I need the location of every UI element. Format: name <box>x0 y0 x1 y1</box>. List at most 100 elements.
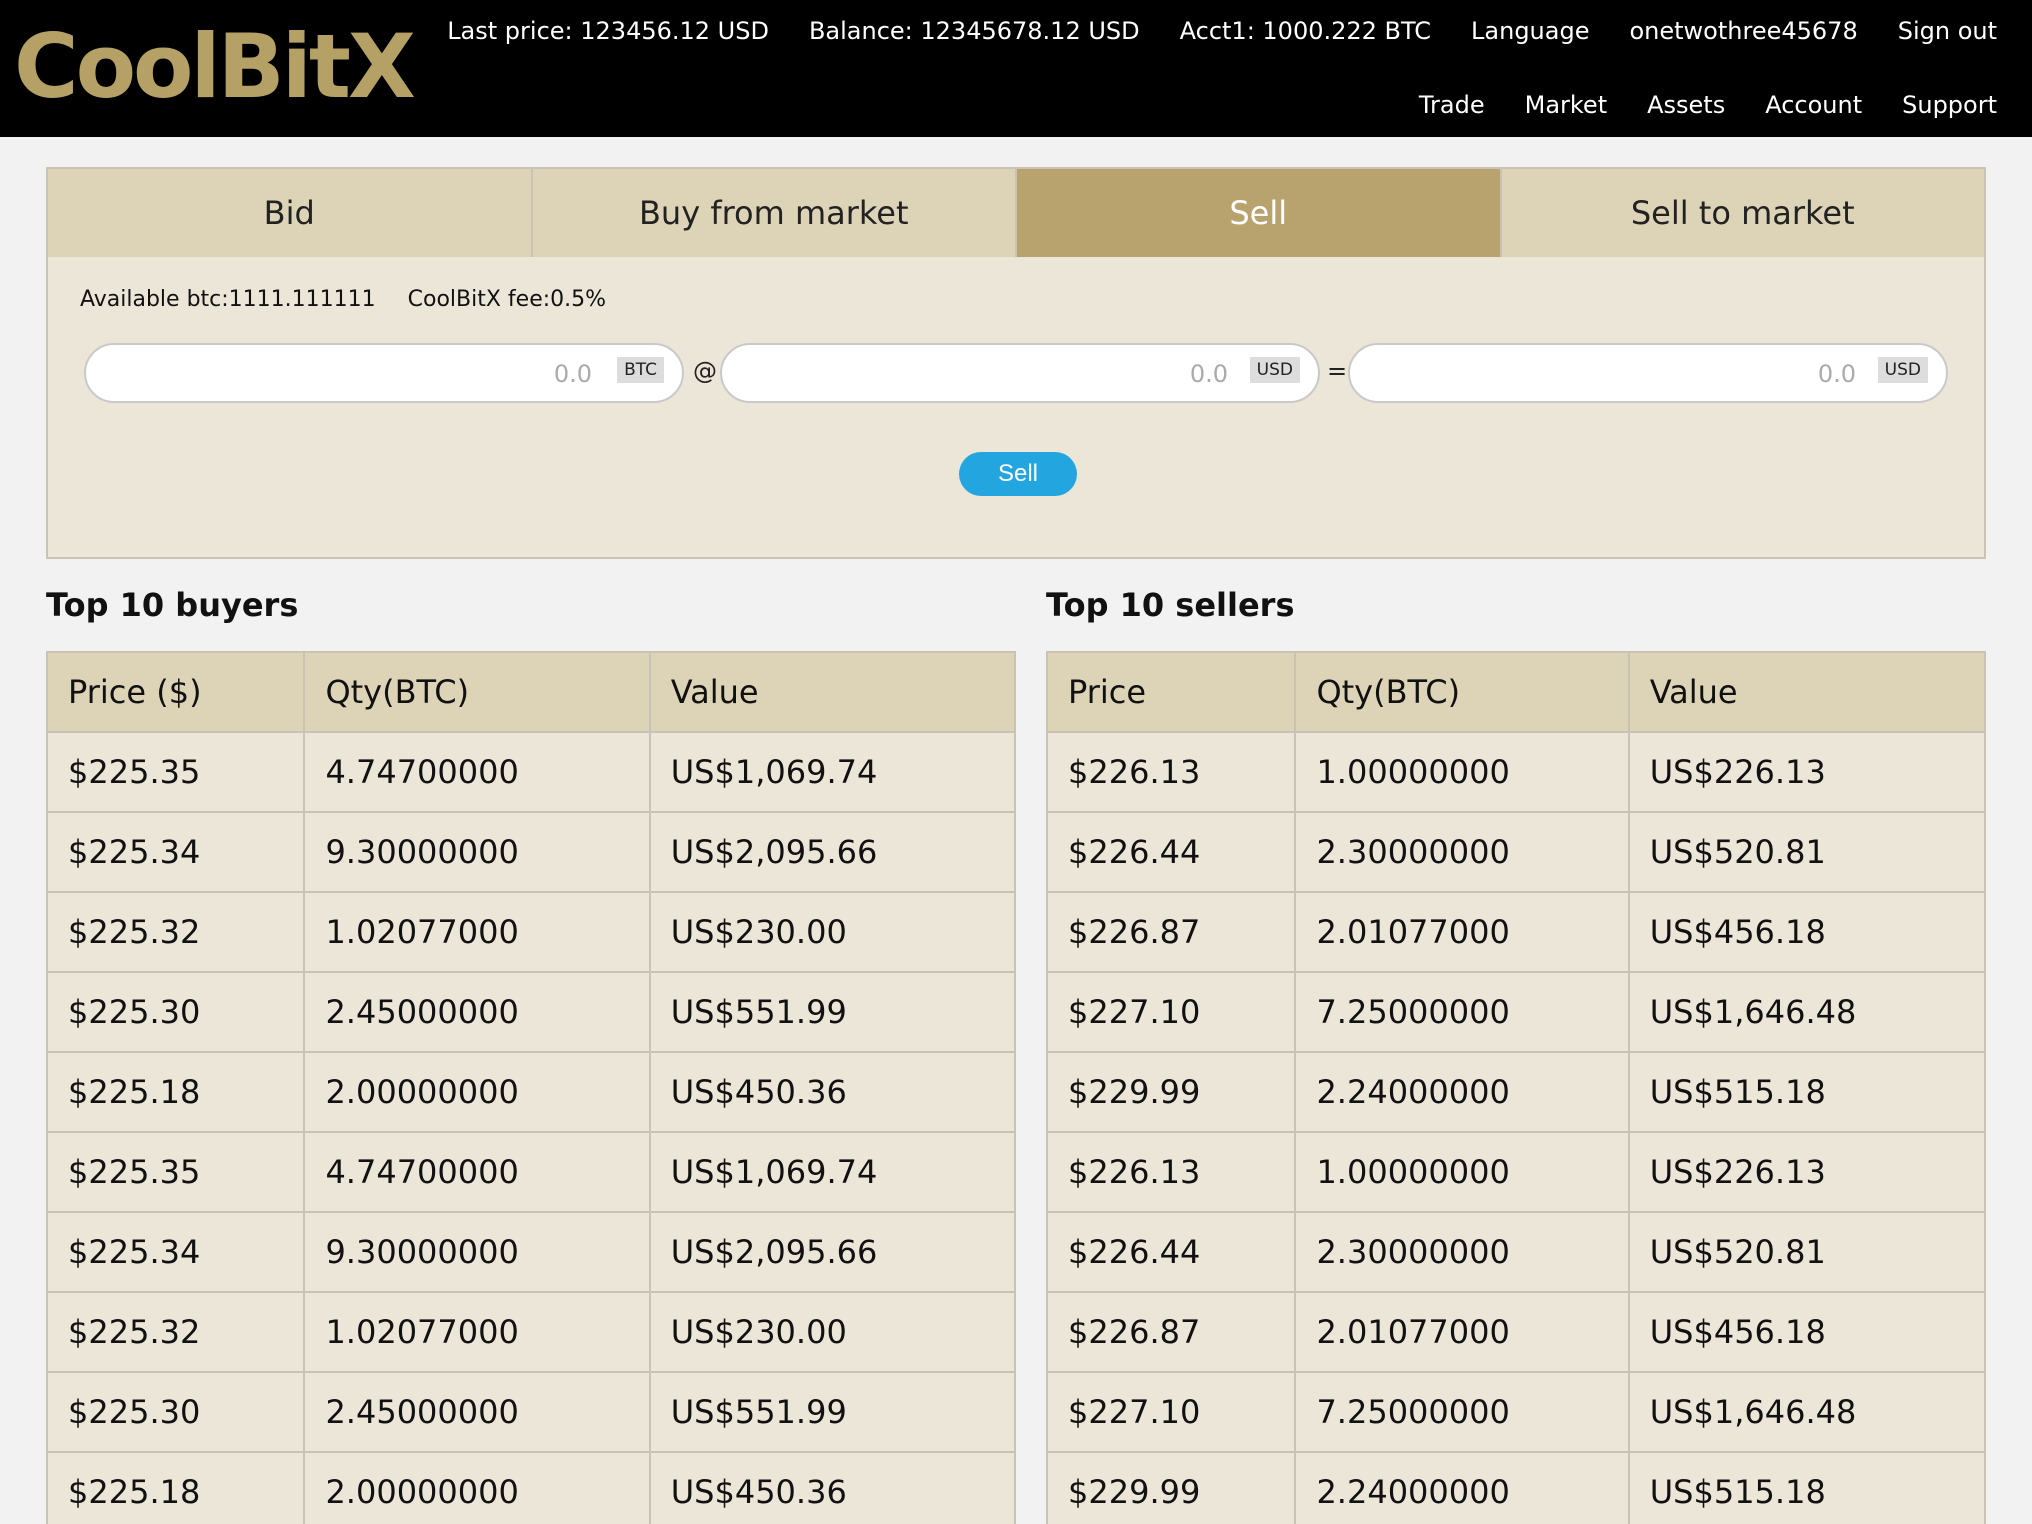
seller-price: $226.13 <box>1045 731 1297 813</box>
sign-out-link[interactable]: Sign out <box>1898 17 1997 45</box>
buyers-col-price: Price ($) <box>45 651 306 733</box>
buyer-price: $225.30 <box>45 971 306 1053</box>
buyer-qty: 4.74700000 <box>303 1131 651 1213</box>
amount-input[interactable] <box>106 357 592 391</box>
nav-support[interactable]: Support <box>1902 91 1997 119</box>
total-input[interactable] <box>1370 357 1856 391</box>
buyers-title: Top 10 buyers <box>46 586 299 624</box>
seller-value: US$1,646.48 <box>1627 1371 1987 1453</box>
account-balance: Acct1: 1000.222 BTC <box>1179 17 1432 45</box>
buyer-value: US$230.00 <box>648 891 1017 973</box>
tab-buy-from-market[interactable]: Buy from market <box>533 169 1017 257</box>
nav-assets[interactable]: Assets <box>1647 91 1725 119</box>
buyer-qty: 2.00000000 <box>303 1451 651 1524</box>
table-row[interactable]: $225.18 2.00000000 US$450.36 <box>45 1051 1017 1133</box>
last-price: Last price: 123456.12 USD <box>447 17 769 45</box>
table-row[interactable]: $225.35 4.74700000 US$1,069.74 <box>45 1131 1017 1213</box>
seller-value: US$1,646.48 <box>1627 971 1987 1053</box>
tab-bid[interactable]: Bid <box>48 169 533 257</box>
table-row[interactable]: $225.34 9.30000000 US$2,095.66 <box>45 811 1017 893</box>
sell-form: Available btc:1111.111111 CoolBitX fee:0… <box>46 257 1986 559</box>
seller-value: US$226.13 <box>1627 731 1987 813</box>
buyer-price: $225.18 <box>45 1051 306 1133</box>
buyer-price: $225.35 <box>45 731 306 813</box>
balance: Balance: 12345678.12 USD <box>808 17 1140 45</box>
table-row[interactable]: $227.10 7.25000000 US$1,646.48 <box>1045 1371 1987 1453</box>
seller-price: $226.87 <box>1045 1291 1297 1373</box>
seller-qty: 2.24000000 <box>1294 1451 1630 1524</box>
seller-qty: 2.30000000 <box>1294 811 1630 893</box>
buyer-value: US$230.00 <box>648 1291 1017 1373</box>
table-row[interactable]: $225.34 9.30000000 US$2,095.66 <box>45 1211 1017 1293</box>
table-row[interactable]: $226.44 2.30000000 US$520.81 <box>1045 1211 1987 1293</box>
buyer-price: $225.34 <box>45 811 306 893</box>
fee-info: CoolBitX fee:0.5% <box>407 287 607 312</box>
buyer-price: $225.30 <box>45 1371 306 1453</box>
table-row[interactable]: $225.30 2.45000000 US$551.99 <box>45 971 1017 1053</box>
table-row[interactable]: $225.32 1.02077000 US$230.00 <box>45 1291 1017 1373</box>
equals-symbol: = <box>1327 357 1348 385</box>
amount-field[interactable]: BTC <box>84 343 684 403</box>
coolbitx-logo[interactable]: CoolBitX <box>14 22 416 112</box>
total-field[interactable]: USD <box>1348 343 1948 403</box>
table-row[interactable]: $225.18 2.00000000 US$450.36 <box>45 1451 1017 1524</box>
sellers-col-price: Price <box>1045 651 1297 733</box>
buyer-qty: 9.30000000 <box>303 811 651 893</box>
buyer-price: $225.32 <box>45 891 306 973</box>
table-row[interactable]: $225.32 1.02077000 US$230.00 <box>45 891 1017 973</box>
table-row[interactable]: $226.87 2.01077000 US$456.18 <box>1045 1291 1987 1373</box>
trade-tabs: Bid Buy from market Sell Sell to market <box>46 167 1986 259</box>
table-row[interactable]: $226.87 2.01077000 US$456.18 <box>1045 891 1987 973</box>
seller-price: $229.99 <box>1045 1051 1297 1133</box>
buyer-value: US$551.99 <box>648 1371 1017 1453</box>
buyer-qty: 4.74700000 <box>303 731 651 813</box>
buyer-value: US$2,095.66 <box>648 1211 1017 1293</box>
total-unit-badge: USD <box>1877 357 1928 383</box>
buyer-qty: 2.00000000 <box>303 1051 651 1133</box>
table-row[interactable]: $226.13 1.00000000 US$226.13 <box>1045 1131 1987 1213</box>
table-row[interactable]: $229.99 2.24000000 US$515.18 <box>1045 1051 1987 1133</box>
buyer-qty: 1.02077000 <box>303 1291 651 1373</box>
buyer-price: $225.35 <box>45 1131 306 1213</box>
sellers-title: Top 10 sellers <box>1046 586 1295 624</box>
nav-market[interactable]: Market <box>1525 91 1608 119</box>
seller-qty: 1.00000000 <box>1294 731 1630 813</box>
seller-qty: 7.25000000 <box>1294 1371 1630 1453</box>
tab-sell-to-market[interactable]: Sell to market <box>1502 169 1985 257</box>
nav-account[interactable]: Account <box>1765 91 1862 119</box>
seller-qty: 2.01077000 <box>1294 1291 1630 1373</box>
buyer-qty: 2.45000000 <box>303 971 651 1053</box>
buyer-value: US$1,069.74 <box>648 731 1017 813</box>
table-row[interactable]: $225.35 4.74700000 US$1,069.74 <box>45 731 1017 813</box>
price-unit-badge: USD <box>1249 357 1300 383</box>
tab-sell[interactable]: Sell <box>1017 169 1502 257</box>
language-link[interactable]: Language <box>1471 17 1589 45</box>
seller-value: US$226.13 <box>1627 1131 1987 1213</box>
sellers-header-row: Price Qty(BTC) Value <box>1045 651 1987 733</box>
seller-value: US$520.81 <box>1627 811 1987 893</box>
buyers-col-value: Value <box>648 651 1017 733</box>
account-summary-bar: Last price: 123456.12 USD Balance: 12345… <box>447 17 1997 45</box>
price-field[interactable]: USD <box>720 343 1320 403</box>
buyer-value: US$450.36 <box>648 1451 1017 1524</box>
seller-value: US$456.18 <box>1627 891 1987 973</box>
sellers-col-qty: Qty(BTC) <box>1294 651 1630 733</box>
nav-trade[interactable]: Trade <box>1419 91 1485 119</box>
price-input[interactable] <box>742 357 1228 391</box>
table-row[interactable]: $229.99 2.24000000 US$515.18 <box>1045 1451 1987 1524</box>
table-row[interactable]: $226.13 1.00000000 US$226.13 <box>1045 731 1987 813</box>
seller-qty: 7.25000000 <box>1294 971 1630 1053</box>
table-row[interactable]: $227.10 7.25000000 US$1,646.48 <box>1045 971 1987 1053</box>
sellers-col-value: Value <box>1627 651 1987 733</box>
table-row[interactable]: $225.30 2.45000000 US$551.99 <box>45 1371 1017 1453</box>
table-row[interactable]: $226.44 2.30000000 US$520.81 <box>1045 811 1987 893</box>
seller-price: $226.44 <box>1045 811 1297 893</box>
buyer-value: US$2,095.66 <box>648 811 1017 893</box>
seller-qty: 2.01077000 <box>1294 891 1630 973</box>
seller-price: $226.87 <box>1045 891 1297 973</box>
username-link[interactable]: onetwothree45678 <box>1629 17 1857 45</box>
seller-price: $227.10 <box>1045 971 1297 1053</box>
available-btc: Available btc:1111.111111 <box>80 287 376 312</box>
seller-price: $229.99 <box>1045 1451 1297 1524</box>
sell-button[interactable]: Sell <box>959 452 1077 496</box>
